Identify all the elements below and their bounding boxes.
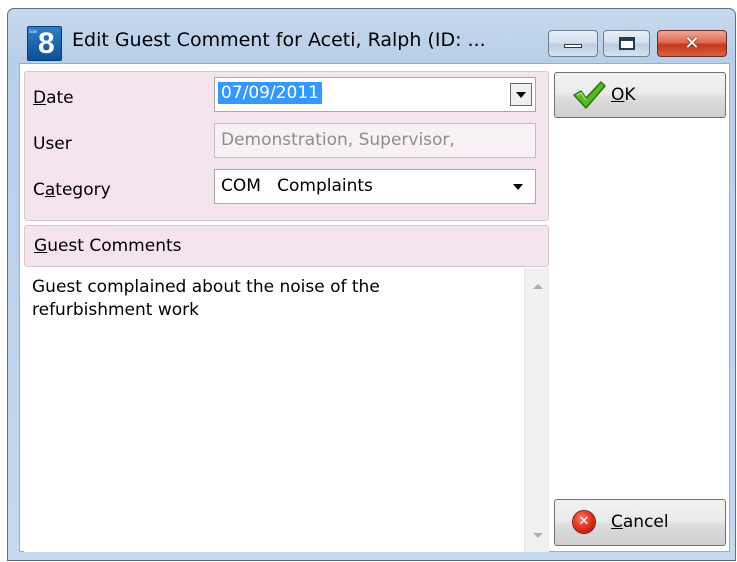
category-label: Category (33, 180, 111, 200)
minimize-button[interactable] (548, 30, 598, 57)
date-field[interactable]: 07/09/2011 (214, 77, 536, 112)
scroll-down-arrow-icon[interactable] (533, 533, 543, 538)
guest-comments-label: Guest Comments (34, 236, 182, 256)
maximize-icon (619, 37, 635, 50)
cancel-icon (573, 511, 595, 533)
app-logo-icon: Suite 8 (27, 26, 62, 61)
guest-comments-text[interactable]: Guest complained about the noise of the … (32, 276, 502, 322)
checkmark-icon (573, 81, 606, 109)
window-title: Edit Guest Comment for Aceti, Ralph (ID:… (72, 29, 486, 51)
comments-scrollbar[interactable] (524, 268, 549, 552)
category-value: COM Complaints (221, 176, 373, 196)
title-bar[interactable]: Suite 8 Edit Guest Comment for Aceti, Ra… (8, 9, 735, 64)
button-panel (550, 64, 729, 551)
guest-comments-header: Guest Comments (24, 225, 549, 267)
minimize-icon (564, 44, 582, 48)
close-icon: ✕ (684, 33, 700, 54)
app-logo-mini-text: Suite (29, 29, 37, 34)
scroll-up-arrow-icon[interactable] (533, 284, 543, 289)
date-value[interactable]: 07/09/2011 (218, 82, 322, 104)
chevron-down-icon[interactable] (513, 184, 523, 190)
cancel-button[interactable]: Cancel (554, 499, 726, 546)
date-label: Date (33, 88, 74, 108)
guest-comments-textarea[interactable]: Guest complained about the noise of the … (24, 268, 524, 552)
maximize-button[interactable] (603, 30, 650, 57)
cancel-button-label: Cancel (611, 512, 669, 532)
category-select[interactable]: COM Complaints (214, 169, 536, 204)
user-label: User (33, 134, 72, 154)
date-dropdown-button[interactable] (510, 83, 532, 106)
app-logo-number: 8 (38, 27, 55, 60)
ok-button[interactable]: OK (554, 72, 726, 118)
close-button[interactable]: ✕ (657, 30, 727, 57)
ok-button-label: OK (611, 85, 636, 105)
user-value: Demonstration, Supervisor, (221, 130, 455, 150)
user-field: Demonstration, Supervisor, (214, 123, 536, 158)
